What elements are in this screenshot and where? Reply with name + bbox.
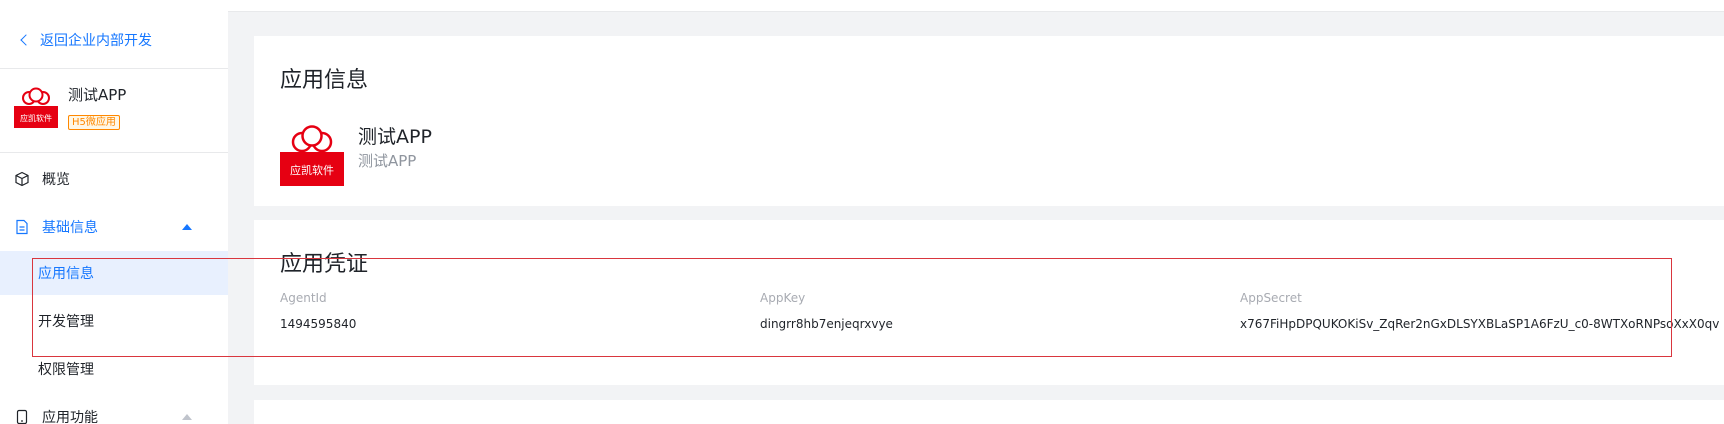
app-info-card: 应用信息 应凯软件 测试APP 测试APP [254,36,1724,206]
app-logo: 应凯软件 [14,86,58,128]
credential-agentid: AgentId 1494595840 [280,290,356,332]
credential-appkey: AppKey dingrr8hb7enjeqrxvye [760,290,893,332]
credential-value[interactable]: dingrr8hb7enjeqrxvye [760,316,893,332]
sidebar-item-app-features[interactable]: 应用功能 [0,395,228,424]
sidebar-app-header: 应凯软件 测试APP H5微应用 [14,86,126,130]
app-name: 测试APP [358,126,432,148]
sidebar-item-basic-info[interactable]: 基础信息 [0,205,228,249]
sidebar-item-label: 应用功能 [42,410,98,424]
sidebar-item-label: 概览 [42,172,70,188]
sidebar-app-name: 测试APP [68,86,127,104]
credential-label: AppKey [760,291,806,305]
chevron-left-icon [20,34,32,46]
sidebar-item-label: 应用信息 [38,266,94,282]
credential-appsecret: AppSecret x767FiHpDPQUKOKiSv_ZqRer2nGxDL… [1240,290,1719,332]
back-link[interactable]: 返回企业内部开发 [20,30,152,50]
sidebar: 返回企业内部开发 应凯软件 测试APP H5微应用 概览 基础信息 应用信息 开… [0,0,228,424]
sidebar-subitem-app-info[interactable]: 应用信息 [0,251,228,295]
back-link-label: 返回企业内部开发 [40,33,152,49]
document-icon [16,219,28,235]
phone-icon [16,409,28,424]
caret-up-icon[interactable] [182,224,192,230]
credential-label: AgentId [280,291,327,305]
sidebar-item-overview[interactable]: 概览 [0,157,228,201]
caret-up-icon[interactable] [182,414,192,420]
cube-icon [15,171,29,187]
sidebar-item-label: 基础信息 [42,220,98,236]
app-type-badge: H5微应用 [68,115,120,130]
top-bar [228,0,1724,12]
credential-value[interactable]: 1494595840 [280,316,356,332]
divider [0,152,228,153]
sidebar-item-label: 权限管理 [38,362,94,378]
sidebar-subitem-permission-management[interactable]: 权限管理 [0,347,228,391]
credential-value[interactable]: x767FiHpDPQUKOKiSv_ZqRer2nGxDLSYXBLaSP1A… [1240,316,1719,332]
sidebar-item-label: 开发管理 [38,314,94,330]
next-section-card [254,400,1724,424]
app-logo: 应凯软件 [280,122,344,186]
divider [0,68,228,69]
section-title: 应用信息 [280,68,369,93]
sidebar-subitem-dev-management[interactable]: 开发管理 [0,299,228,343]
svg-text:应凯软件: 应凯软件 [290,163,334,177]
app-description: 测试APP [358,152,417,170]
section-title: 应用凭证 [280,252,369,277]
credential-label: AppSecret [1240,291,1302,305]
svg-text:应凯软件: 应凯软件 [20,113,52,123]
credentials-card: 应用凭证 AgentId 1494595840 AppKey dingrr8hb… [254,220,1724,385]
